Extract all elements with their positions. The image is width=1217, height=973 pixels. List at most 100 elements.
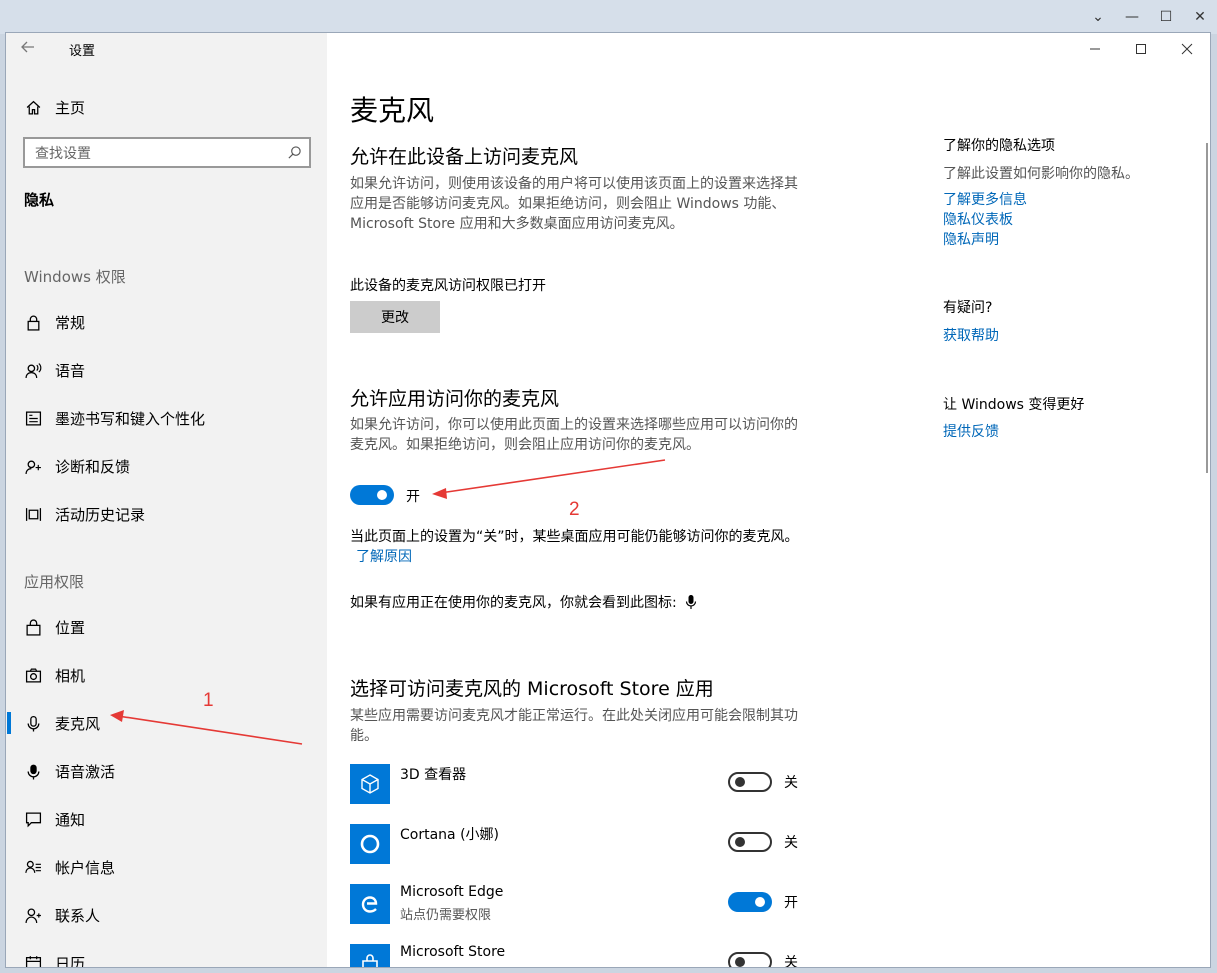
ink-icon — [24, 409, 42, 427]
app-access-toggle[interactable] — [350, 485, 394, 505]
app-toggle-label: 开 — [784, 895, 798, 911]
edge-icon — [350, 884, 390, 924]
main-content: 麦克风 允许在此设备上访问麦克风 如果允许访问，则使用该设备的用户将可以使用该页… — [327, 33, 1210, 967]
back-arrow-icon[interactable] — [20, 39, 42, 59]
background-window-titlebar: ⌄ — ☐ ✕ — [0, 0, 1217, 34]
sidebar-item-camera[interactable]: 相机 — [24, 663, 85, 687]
window-title: 设置 — [69, 44, 96, 59]
scrollbar[interactable] — [1206, 143, 1208, 473]
privacy-dashboard-link[interactable]: 隐私仪表板 — [943, 209, 1013, 229]
sidebar-item-activity-history[interactable]: 活动历史记录 — [24, 502, 145, 526]
page-title: 麦克风 — [350, 94, 435, 127]
diagnostics-icon — [24, 457, 42, 475]
search-input[interactable]: 查找设置 — [23, 137, 311, 168]
desktop-apps-note: 当此页面上的设置为“关”时，某些桌面应用可能仍能够访问你的麦克风。 了解原因 — [350, 527, 800, 567]
desktop-apps-note-text: 当此页面上的设置为“关”时，某些桌面应用可能仍能够访问你的麦克风。 — [350, 529, 799, 545]
sidebar-item-notifications[interactable]: 通知 — [24, 807, 85, 831]
app-permissions-label: 应用权限 — [24, 573, 85, 591]
app-access-description: 如果允许访问，你可以使用此页面上的设置来选择哪些应用可以访问你的麦克风。如果拒绝… — [350, 417, 798, 453]
app-toggle-3d-viewer[interactable] — [728, 772, 772, 792]
question-heading: 有疑问? — [943, 300, 993, 316]
app-row-3d-viewer: 3D 查看器 关 — [350, 764, 810, 806]
annotation-label-1: 1 — [203, 690, 214, 711]
sidebar-item-inking[interactable]: 墨迹书写和键入个性化 — [24, 406, 205, 430]
device-access-status: 此设备的麦克风访问权限已打开 — [350, 278, 546, 294]
chevron-down-icon[interactable]: ⌄ — [1081, 4, 1115, 30]
privacy-options-heading: 了解你的隐私选项 — [943, 138, 1055, 154]
app-row-store: Microsoft Store 关 — [350, 944, 810, 967]
app-row-edge: Microsoft Edge 站点仍需要权限 开 — [350, 884, 810, 926]
app-toggle-cortana[interactable] — [728, 832, 772, 852]
learn-more-link[interactable]: 了解更多信息 — [943, 189, 1027, 209]
device-access-heading: 允许在此设备上访问麦克风 — [350, 146, 579, 168]
app-name: Cortana (小娜) — [400, 827, 499, 843]
sidebar-item-label: 通知 — [55, 810, 86, 829]
annotation-label-2: 2 — [569, 499, 580, 520]
calendar-icon — [24, 954, 42, 967]
store-apps-heading: 选择可访问麦克风的 Microsoft Store 应用 — [350, 678, 714, 700]
sidebar-item-label: 帐户信息 — [55, 858, 116, 877]
sidebar-item-label: 常规 — [55, 313, 86, 332]
home-icon — [24, 98, 42, 116]
device-access-description: 如果允许访问，则使用该设备的用户将可以使用该页面上的设置来选择其应用是否能够访问… — [350, 176, 798, 232]
maximize-icon[interactable] — [1118, 33, 1164, 65]
close-icon[interactable]: ✕ — [1183, 4, 1217, 30]
sidebar-item-label: 语音 — [55, 361, 86, 380]
search-icon[interactable] — [287, 145, 303, 161]
app-name: 3D 查看器 — [400, 767, 467, 783]
sidebar-item-label: 联系人 — [55, 906, 101, 925]
store-icon — [350, 944, 390, 967]
sidebar-item-label: 活动历史记录 — [55, 505, 146, 524]
app-toggle-label: 关 — [784, 955, 798, 967]
background-window-controls: ⌄ — ☐ ✕ — [1081, 4, 1217, 30]
sidebar-item-microphone[interactable]: 麦克风 — [6, 711, 101, 735]
mic-indicator-text: 如果有应用正在使用你的麦克风，你就会看到此图标: — [350, 595, 677, 611]
close-icon[interactable] — [1164, 33, 1210, 65]
make-windows-better-heading: 让 Windows 变得更好 — [943, 397, 1085, 413]
notification-icon — [24, 810, 42, 828]
sidebar-item-voice-activation[interactable]: 语音激活 — [24, 759, 115, 783]
privacy-options-subtext: 了解此设置如何影响你的隐私。 — [943, 166, 1139, 182]
sidebar-item-label: 麦克风 — [55, 714, 101, 733]
maximize-icon[interactable]: ☐ — [1149, 4, 1183, 30]
privacy-statement-link[interactable]: 隐私声明 — [943, 229, 999, 249]
give-feedback-link[interactable]: 提供反馈 — [943, 421, 999, 441]
sidebar: 设置 主页 查找设置 隐私 Windows 权限 常规 语音 墨迹书写和键入个性 — [6, 33, 327, 967]
section-title: 隐私 — [24, 191, 55, 209]
learn-why-link[interactable]: 了解原因 — [356, 549, 412, 565]
sidebar-item-account-info[interactable]: 帐户信息 — [24, 855, 115, 879]
windows-permissions-label: Windows 权限 — [24, 268, 126, 286]
sidebar-item-general[interactable]: 常规 — [24, 310, 85, 334]
sidebar-item-diagnostics[interactable]: 诊断和反馈 — [24, 454, 130, 478]
app-access-toggle-label: 开 — [406, 489, 420, 505]
mic-indicator-note: 如果有应用正在使用你的麦克风，你就会看到此图标: — [350, 592, 697, 612]
timeline-icon — [24, 505, 42, 523]
sidebar-item-calendar[interactable]: 日历 — [24, 951, 85, 967]
window-controls — [1072, 33, 1210, 65]
speech-icon — [24, 361, 42, 379]
sidebar-item-label: 墨迹书写和键入个性化 — [55, 409, 206, 428]
app-row-cortana: Cortana (小娜) 关 — [350, 824, 810, 866]
app-toggle-store[interactable] — [728, 952, 772, 967]
app-access-heading: 允许应用访问你的麦克风 — [350, 388, 560, 410]
app-toggle-label: 关 — [784, 835, 798, 851]
location-icon — [24, 618, 42, 636]
app-name: Microsoft Store — [400, 944, 506, 960]
app-toggle-edge[interactable] — [728, 892, 772, 912]
sidebar-item-label: 语音激活 — [55, 762, 116, 781]
camera-icon — [24, 666, 42, 684]
microphone-icon — [24, 714, 42, 732]
sidebar-item-label: 诊断和反馈 — [55, 457, 131, 476]
sidebar-item-speech[interactable]: 语音 — [24, 358, 85, 382]
home-label: 主页 — [55, 98, 86, 117]
settings-window: 设置 主页 查找设置 隐私 Windows 权限 常规 语音 墨迹书写和键入个性 — [6, 33, 1210, 967]
sidebar-item-location[interactable]: 位置 — [24, 615, 85, 639]
sidebar-item-label: 日历 — [55, 954, 86, 968]
change-button[interactable]: 更改 — [350, 301, 440, 333]
minimize-icon[interactable]: — — [1115, 4, 1149, 30]
home-nav-item[interactable]: 主页 — [24, 96, 85, 118]
minimize-icon[interactable] — [1072, 33, 1118, 65]
sidebar-item-contacts[interactable]: 联系人 — [24, 903, 100, 927]
get-help-link[interactable]: 获取帮助 — [943, 325, 999, 345]
sidebar-item-label: 位置 — [55, 618, 86, 637]
